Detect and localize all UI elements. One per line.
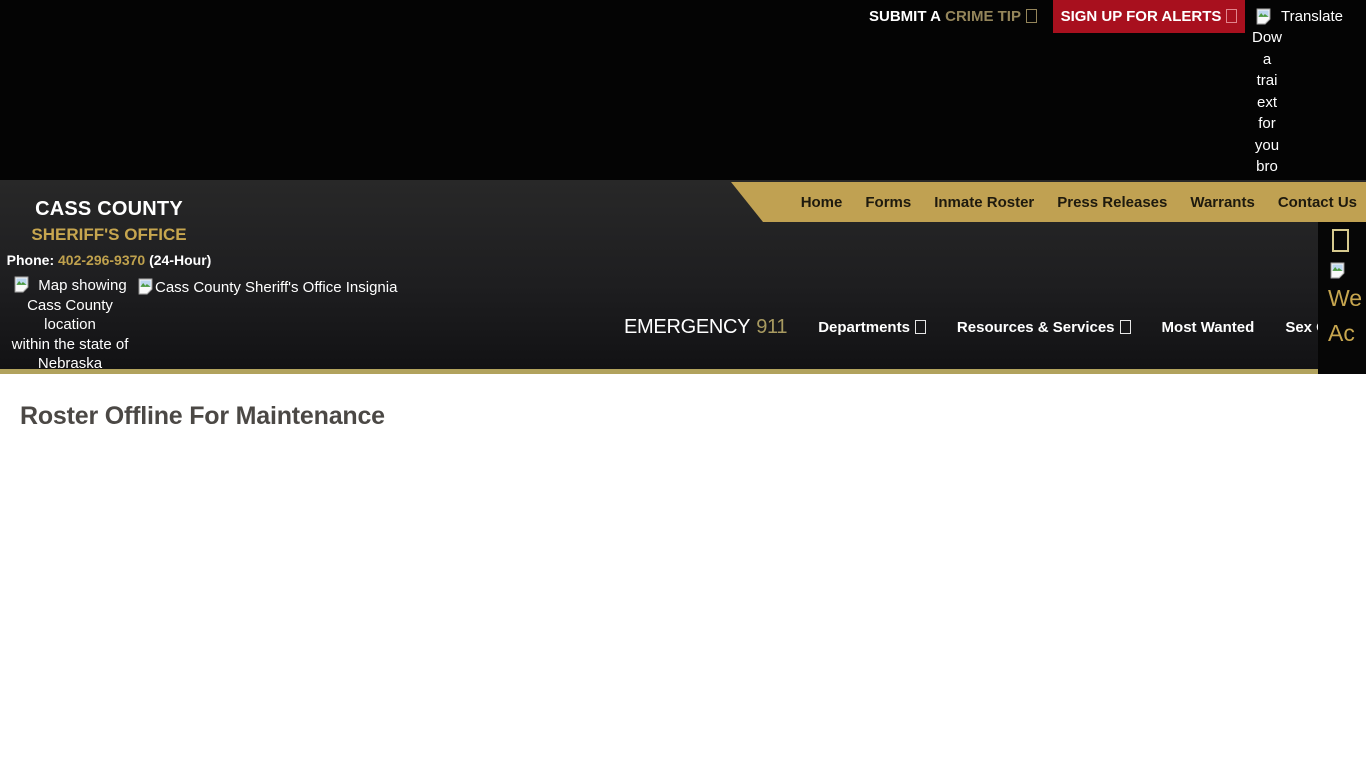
phone-label: Phone: bbox=[7, 252, 54, 268]
chevron-down-placeholder-icon bbox=[1120, 320, 1131, 334]
site-header: Home Forms Inmate Roster Press Releases … bbox=[0, 180, 1366, 374]
search-placeholder-icon[interactable] bbox=[1332, 229, 1349, 252]
nav-item-resources-services[interactable]: Resources & Services bbox=[957, 319, 1131, 336]
accessibility-text-line: We bbox=[1328, 281, 1366, 316]
map-alt-line: Map showing bbox=[38, 277, 126, 294]
broken-image-icon bbox=[1329, 262, 1346, 279]
map-alt-line: Nebraska bbox=[0, 354, 140, 374]
translate-label: Translate bbox=[1281, 8, 1343, 25]
accessibility-text-line: Ac bbox=[1328, 316, 1366, 351]
submit-prefix-text: SUBMIT A bbox=[869, 8, 941, 25]
map-broken-image: Map showing Cass County location within … bbox=[0, 276, 140, 393]
alert-bell-placeholder-icon bbox=[1226, 9, 1237, 23]
nav-item-press-releases[interactable]: Press Releases bbox=[1057, 194, 1167, 211]
alerts-button-label: SIGN UP FOR ALERTS bbox=[1061, 8, 1222, 25]
submit-crime-tip-link[interactable]: SUBMIT A CRIME TIP bbox=[869, 8, 1037, 25]
broken-image-icon bbox=[137, 278, 154, 295]
insignia-broken-image: Cass County Sheriff's Office Insignia bbox=[137, 278, 397, 296]
county-title: CASS COUNTY bbox=[4, 198, 214, 221]
phone-number-link[interactable]: 402-296-9370 bbox=[58, 252, 145, 268]
top-utility-bar: SUBMIT A CRIME TIP SIGN UP FOR ALERTS Tr… bbox=[0, 0, 1366, 180]
phone-line: Phone: 402-296-9370 (24-Hour) bbox=[4, 252, 214, 268]
external-link-placeholder-icon bbox=[1026, 9, 1037, 23]
sign-up-for-alerts-button[interactable]: SIGN UP FOR ALERTS bbox=[1053, 0, 1245, 33]
site-branding: CASS COUNTY SHERIFF'S OFFICE Phone: 402-… bbox=[4, 198, 214, 268]
insignia-alt-text: Cass County Sheriff's Office Insignia bbox=[155, 279, 397, 296]
page-title: Roster Offline For Maintenance bbox=[20, 402, 1366, 431]
translate-widget[interactable]: Translate bbox=[1255, 8, 1343, 25]
secondary-nav: EMERGENCY911 Departments Resources & Ser… bbox=[624, 313, 1366, 341]
map-alt-line: within the state of bbox=[0, 335, 140, 355]
translate-image-alt-text: Dow a trai ext for you bro bbox=[1251, 27, 1283, 177]
office-title: SHERIFF'S OFFICE bbox=[4, 225, 214, 245]
crime-tip-text: CRIME TIP bbox=[945, 8, 1021, 25]
main-content: Roster Offline For Maintenance bbox=[0, 379, 1366, 768]
chevron-down-placeholder-icon bbox=[915, 320, 926, 334]
nav-item-most-wanted[interactable]: Most Wanted bbox=[1162, 319, 1255, 336]
primary-nav: Home Forms Inmate Roster Press Releases … bbox=[731, 182, 1366, 222]
broken-image-icon bbox=[1255, 8, 1272, 25]
nav-item-inmate-roster[interactable]: Inmate Roster bbox=[934, 194, 1034, 211]
nav-item-contact-us[interactable]: Contact Us bbox=[1278, 194, 1357, 211]
nav-item-departments[interactable]: Departments bbox=[818, 319, 926, 336]
emergency-number: 911 bbox=[756, 316, 787, 338]
emergency-911-text: EMERGENCY911 bbox=[624, 316, 787, 339]
page: SUBMIT A CRIME TIP SIGN UP FOR ALERTS Tr… bbox=[0, 0, 1366, 768]
phone-hours: (24-Hour) bbox=[149, 252, 211, 268]
nav-item-warrants[interactable]: Warrants bbox=[1190, 194, 1254, 211]
web-accessibility-panel[interactable]: We Ac bbox=[1318, 222, 1366, 374]
nav-item-home[interactable]: Home bbox=[801, 194, 843, 211]
nav-item-forms[interactable]: Forms bbox=[865, 194, 911, 211]
map-alt-line: Cass County location bbox=[0, 296, 140, 335]
broken-image-icon bbox=[13, 276, 30, 293]
